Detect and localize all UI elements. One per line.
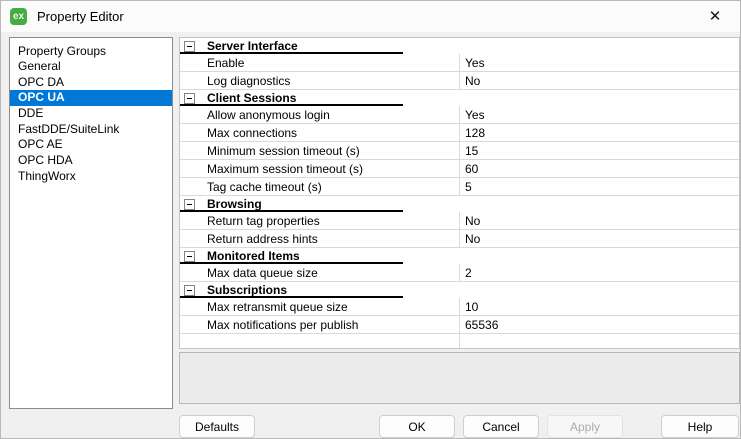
property-name: Return tag properties [207, 213, 320, 228]
section-header-browsing: Browsing [180, 196, 739, 212]
property-editor-dialog: ex Property Editor ✕ Property Groups Gen… [0, 0, 741, 439]
property-row-max-data-queue-size: Max data queue size 2 [180, 264, 739, 282]
property-row-maximum-session-timeout: Maximum session timeout (s) 60 [180, 160, 739, 178]
sidebar-item-opc-hda[interactable]: OPC HDA [10, 153, 172, 169]
section-header-server-interface: Server Interface [180, 38, 739, 54]
section-title: Monitored Items [207, 249, 300, 263]
property-row-log-diagnostics: Log diagnostics No [180, 72, 739, 90]
sidebar-item-opc-da[interactable]: OPC DA [10, 75, 172, 91]
collapse-minus-icon[interactable] [184, 199, 195, 210]
section-header-subscriptions: Subscriptions [180, 282, 739, 298]
defaults-button[interactable]: Defaults [179, 415, 255, 438]
property-value[interactable]: 10 [459, 298, 739, 315]
property-row-empty [180, 334, 739, 348]
property-name: Max data queue size [207, 265, 318, 280]
description-panel [179, 352, 740, 404]
section-header-monitored-items: Monitored Items [180, 248, 739, 264]
property-row-max-connections: Max connections 128 [180, 124, 739, 142]
property-name: Max retransmit queue size [207, 299, 348, 314]
property-row-return-address-hints: Return address hints No [180, 230, 739, 248]
sidebar-item-opc-ae[interactable]: OPC AE [10, 137, 172, 153]
sidebar-item-general[interactable]: General [10, 59, 172, 75]
section-underline [180, 104, 403, 106]
window-title: Property Editor [37, 9, 124, 24]
section-title: Server Interface [207, 39, 298, 53]
property-name: Maximum session timeout (s) [207, 161, 364, 176]
property-value[interactable]: Yes [459, 106, 739, 123]
ok-button[interactable]: OK [379, 415, 455, 438]
property-value[interactable]: 65536 [459, 316, 739, 333]
apply-button: Apply [547, 415, 623, 438]
property-row-enable: Enable Yes [180, 54, 739, 72]
property-value[interactable]: No [459, 212, 739, 229]
property-row-allow-anonymous-login: Allow anonymous login Yes [180, 106, 739, 124]
sidebar-item-dde[interactable]: DDE [10, 106, 172, 122]
property-name: Minimum session timeout (s) [207, 143, 360, 158]
collapse-minus-icon[interactable] [184, 41, 195, 52]
property-value[interactable]: 5 [459, 178, 739, 195]
sidebar-item-fastdde-suitelink[interactable]: FastDDE/SuiteLink [10, 122, 172, 138]
property-row-max-retransmit-queue-size: Max retransmit queue size 10 [180, 298, 739, 316]
section-header-client-sessions: Client Sessions [180, 90, 739, 106]
cancel-button[interactable]: Cancel [463, 415, 539, 438]
collapse-minus-icon[interactable] [184, 93, 195, 104]
section-title: Client Sessions [207, 91, 297, 105]
property-value[interactable]: No [459, 72, 739, 89]
property-name: Enable [207, 55, 245, 70]
property-value[interactable]: No [459, 230, 739, 247]
property-row-minimum-session-timeout: Minimum session timeout (s) 15 [180, 142, 739, 160]
property-name: Max notifications per publish [207, 317, 359, 332]
section-title: Subscriptions [207, 283, 288, 297]
property-groups-label: Property Groups [18, 44, 107, 58]
collapse-minus-icon[interactable] [184, 285, 195, 296]
section-underline [180, 210, 403, 212]
close-icon[interactable]: ✕ [701, 4, 729, 28]
sidebar-item-opc-ua[interactable]: OPC UA [10, 90, 172, 107]
app-icon-text: ex [12, 10, 25, 22]
property-name: Max connections [207, 125, 298, 140]
property-value[interactable]: 15 [459, 142, 739, 159]
kepserverex-app-icon: ex [10, 8, 27, 25]
property-name: Log diagnostics [207, 73, 291, 88]
property-name: Tag cache timeout (s) [207, 179, 322, 194]
property-value[interactable]: 60 [459, 160, 739, 177]
property-value[interactable]: Yes [459, 54, 739, 71]
section-underline [180, 52, 403, 54]
property-grid: Server Interface Enable Yes Log diagnost… [179, 37, 740, 349]
property-value-empty [459, 334, 739, 348]
property-name: Allow anonymous login [207, 107, 330, 122]
property-row-max-notifications-per-publish: Max notifications per publish 65536 [180, 316, 739, 334]
section-underline [180, 296, 403, 298]
property-name-empty [180, 334, 459, 348]
property-value[interactable]: 128 [459, 124, 739, 141]
help-button[interactable]: Help [661, 415, 739, 438]
property-value[interactable]: 2 [459, 264, 739, 281]
property-row-return-tag-properties: Return tag properties No [180, 212, 739, 230]
property-row-tag-cache-timeout: Tag cache timeout (s) 5 [180, 178, 739, 196]
property-name: Return address hints [207, 231, 318, 246]
property-groups-panel: Property Groups General OPC DA OPC UA DD… [9, 37, 173, 409]
section-underline [180, 262, 403, 264]
collapse-minus-icon[interactable] [184, 251, 195, 262]
section-title: Browsing [207, 197, 262, 211]
titlebar: ex Property Editor ✕ [1, 1, 740, 32]
sidebar-item-thingworx[interactable]: ThingWorx [10, 169, 172, 185]
